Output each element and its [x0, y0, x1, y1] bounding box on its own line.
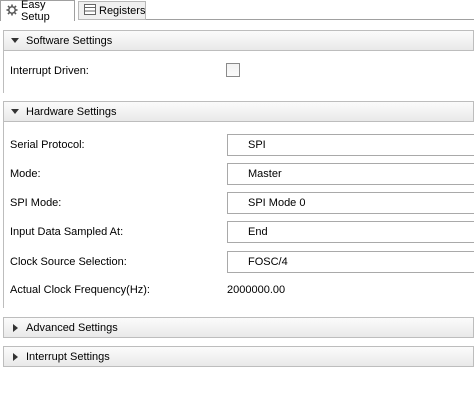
- interrupt-driven-label: Interrupt Driven:: [10, 65, 89, 77]
- serial-protocol-value: SPI: [248, 139, 266, 151]
- collapse-arrow-icon: [4, 38, 26, 43]
- mode-value: Master: [248, 168, 282, 180]
- tab-registers-label: Registers: [99, 4, 146, 17]
- input-data-sampled-select[interactable]: End: [227, 221, 474, 243]
- spi-mode-value: SPI Mode 0: [248, 197, 306, 209]
- table-icon: [84, 3, 96, 18]
- clock-frequency-label: Actual Clock Frequency(Hz):: [10, 284, 150, 296]
- clock-frequency-value: 2000000.00: [227, 284, 286, 296]
- hardware-settings-header[interactable]: Hardware Settings: [3, 101, 474, 122]
- clock-source-label: Clock Source Selection:: [10, 256, 127, 268]
- software-settings-title: Software Settings: [26, 34, 113, 47]
- clock-source-select[interactable]: FOSC/4: [227, 251, 474, 273]
- tab-easy-setup[interactable]: Easy Setup: [0, 0, 75, 23]
- tab-strip: Easy Setup Registers: [0, 0, 474, 23]
- advanced-settings-title: Advanced Settings: [26, 321, 118, 334]
- expand-arrow-icon: [4, 323, 26, 332]
- input-data-sampled-label: Input Data Sampled At:: [10, 226, 124, 238]
- mode-select[interactable]: Master: [227, 163, 474, 185]
- interrupt-settings-title: Interrupt Settings: [26, 350, 110, 363]
- input-data-sampled-value: End: [248, 226, 268, 238]
- gear-icon: [6, 4, 18, 19]
- spi-mode-label: SPI Mode:: [10, 197, 62, 209]
- mode-label: Mode:: [10, 168, 41, 180]
- collapse-arrow-icon: [4, 109, 26, 114]
- clock-source-value: FOSC/4: [248, 256, 288, 268]
- interrupt-settings-header[interactable]: Interrupt Settings: [3, 346, 474, 367]
- serial-protocol-label: Serial Protocol:: [10, 139, 85, 151]
- hardware-settings-title: Hardware Settings: [26, 105, 117, 118]
- software-settings-header[interactable]: Software Settings: [3, 30, 474, 51]
- spi-mode-select[interactable]: SPI Mode 0: [227, 192, 474, 214]
- expand-arrow-icon: [4, 352, 26, 361]
- serial-protocol-select[interactable]: SPI: [227, 134, 474, 156]
- tab-easy-setup-label: Easy Setup: [21, 0, 50, 23]
- tab-registers[interactable]: Registers: [78, 1, 146, 20]
- interrupt-driven-checkbox[interactable]: [226, 63, 240, 77]
- advanced-settings-header[interactable]: Advanced Settings: [3, 317, 474, 338]
